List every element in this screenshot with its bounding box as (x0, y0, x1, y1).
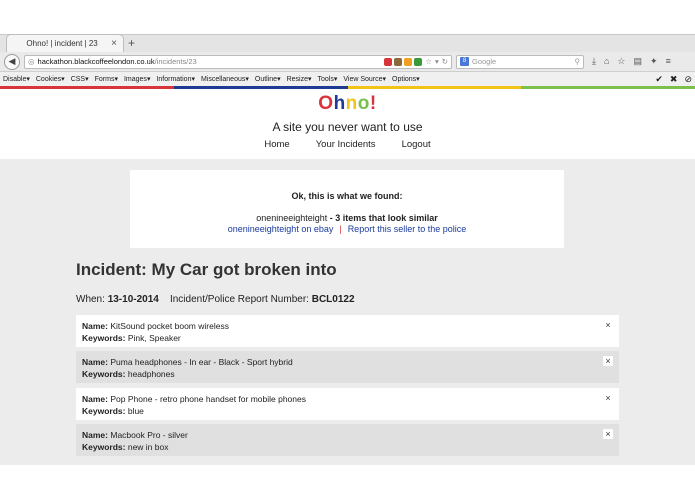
back-icon[interactable]: ◀ (4, 53, 20, 70)
url-text: hackathon.blackcoffeelondon.co.uk/incide… (37, 57, 197, 66)
seller-ebay-link[interactable]: onenineeighteight on ebay (228, 224, 334, 234)
reload-icon[interactable]: ↻ (442, 57, 448, 66)
item-card: Name: Pop Phone - retro phone handset fo… (76, 388, 619, 420)
item-name: Pop Phone - retro phone handset for mobi… (110, 394, 306, 404)
tab-close-icon[interactable]: × (111, 38, 117, 49)
item-keywords: blue (127, 406, 144, 416)
menu-icon[interactable]: ≡ (666, 56, 671, 67)
item-card: Name: Macbook Pro - silver Keywords: new… (76, 424, 619, 456)
logo-letter: h (333, 93, 346, 114)
dev-menu-miscellaneous[interactable]: Miscellaneous▾ (201, 75, 249, 83)
incident-meta: When: 13-10-2014 Incident/Police Report … (76, 294, 355, 305)
nav-your-incidents[interactable]: Your Incidents (316, 139, 376, 150)
item-keywords-label: Keywords: (82, 442, 126, 452)
remove-item-icon[interactable]: × (603, 429, 613, 439)
site-header: Ohno! A site you never want to use Home … (0, 89, 695, 159)
item-card: Name: KitSound pocket boom wireless Keyw… (76, 315, 619, 347)
site-tagline: A site you never want to use (272, 120, 423, 134)
dev-menu-resize[interactable]: Resize▾ (287, 75, 312, 83)
item-card: Name: Puma headphones - In ear - Black -… (76, 351, 619, 383)
item-name-label: Name: (82, 357, 108, 367)
item-name: Macbook Pro - silver (110, 430, 188, 440)
addon-icon[interactable] (414, 57, 423, 66)
incident-date: 13-10-2014 (107, 294, 159, 305)
dev-menu-tools[interactable]: Tools▾ (318, 75, 338, 83)
logo-letter: o (357, 93, 370, 114)
item-keywords-label: Keywords: (82, 333, 126, 343)
page-bottom (0, 465, 695, 494)
search-icon[interactable]: ⚲ (575, 57, 581, 66)
item-keywords: Pink, Speaker (127, 333, 181, 343)
remove-item-icon[interactable]: × (603, 356, 613, 366)
link-separator: | (339, 224, 342, 234)
report-number: BCL0122 (311, 294, 355, 305)
globe-icon: ◎ (28, 57, 35, 66)
nav-logout[interactable]: Logout (402, 139, 431, 150)
item-name: Puma headphones - In ear - Black - Sport… (110, 357, 293, 367)
item-name-label: Name: (82, 430, 108, 440)
report-seller-link[interactable]: Report this seller to the police (348, 224, 467, 234)
extension-icon[interactable]: ✦ (650, 56, 658, 67)
error-icon[interactable]: ✖ (670, 74, 678, 85)
dev-menu-outline[interactable]: Outline▾ (255, 75, 281, 83)
url-bar[interactable]: ◎ hackathon.blackcoffeelondon.co.uk/inci… (24, 54, 452, 69)
dev-menu-forms[interactable]: Forms▾ (95, 75, 118, 83)
addon-icon[interactable] (404, 57, 413, 66)
remove-item-icon[interactable]: × (603, 320, 613, 330)
logo-letter: O (318, 93, 334, 114)
dev-menu-view-source[interactable]: View Source▾ (343, 75, 386, 83)
results-summary: onenineeighteight - 3 items that look si… (130, 213, 564, 223)
item-keywords: headphones (127, 369, 175, 379)
bookmark-icon[interactable]: ☆ (617, 56, 625, 67)
logo-letter: ! (369, 93, 377, 114)
results-box: Ok, this is what we found: onenineeighte… (130, 170, 564, 248)
remove-item-icon[interactable]: × (603, 393, 613, 403)
dev-menu-disable[interactable]: Disable▾ (3, 75, 30, 83)
site-logo[interactable]: Ohno! (0, 93, 695, 115)
seller-name: onenineeighteight (256, 213, 328, 223)
search-bar[interactable]: 8 Google ⚲ (456, 54, 584, 69)
item-name: KitSound pocket boom wireless (110, 321, 229, 331)
nav-home[interactable]: Home (264, 139, 289, 150)
clipboard-icon[interactable]: ▤ (634, 56, 643, 67)
item-keywords: new in box (127, 442, 169, 452)
item-name-label: Name: (82, 394, 108, 404)
results-links: onenineeighteight on ebay | Report this se… (130, 224, 564, 234)
dev-menu-css[interactable]: CSS▾ (71, 75, 89, 83)
search-engine-icon[interactable]: 8 (460, 57, 469, 66)
toolbar-icons: ⤓ ⌂ ☆ ▤ ✦ ≡ (592, 56, 671, 67)
addon-icons (384, 57, 423, 66)
dev-menu-cookies[interactable]: Cookies▾ (36, 75, 65, 83)
item-keywords-label: Keywords: (82, 406, 126, 416)
new-tab-icon[interactable]: + (128, 36, 135, 50)
download-icon[interactable]: ⤓ (592, 56, 596, 67)
browser-tab[interactable]: Ohno! | incident | 23 × (6, 34, 124, 52)
when-label: When: (76, 294, 105, 305)
search-input[interactable]: Google (472, 57, 572, 66)
logo-letter: n (345, 93, 358, 114)
site-nav: Home Your Incidents Logout (0, 139, 695, 150)
dev-menu-options[interactable]: Options▾ (392, 75, 420, 83)
bookmark-star-icon[interactable]: ☆ (425, 57, 432, 66)
tab-title: Ohno! | incident | 23 (26, 39, 98, 48)
dev-menu-images[interactable]: Images▾ (124, 75, 150, 83)
navigation-toolbar: ◀ ◎ hackathon.blackcoffeelondon.co.uk/in… (0, 52, 695, 72)
results-heading: Ok, this is what we found: (291, 191, 403, 201)
valid-icon[interactable]: ✔ (655, 74, 663, 85)
dev-menu-information[interactable]: Information▾ (156, 75, 195, 83)
disable-icon[interactable]: ⊘ (684, 74, 692, 85)
addon-icon[interactable] (384, 57, 393, 66)
addon-icon[interactable] (394, 57, 403, 66)
report-number-label: Incident/Police Report Number: (169, 294, 309, 305)
dropdown-icon[interactable]: ▾ (435, 57, 439, 66)
incident-title: Incident: My Car got broken into (76, 260, 337, 279)
results-count: - 3 items that look similar (327, 213, 438, 223)
web-developer-toolbar: Disable▾ Cookies▾ CSS▾ Forms▾ Images▾ In… (0, 72, 695, 86)
dev-status-icons: ✔ ✖ ⊘ (655, 74, 692, 85)
item-name-label: Name: (82, 321, 108, 331)
item-keywords-label: Keywords: (82, 369, 126, 379)
home-icon[interactable]: ⌂ (604, 56, 609, 67)
